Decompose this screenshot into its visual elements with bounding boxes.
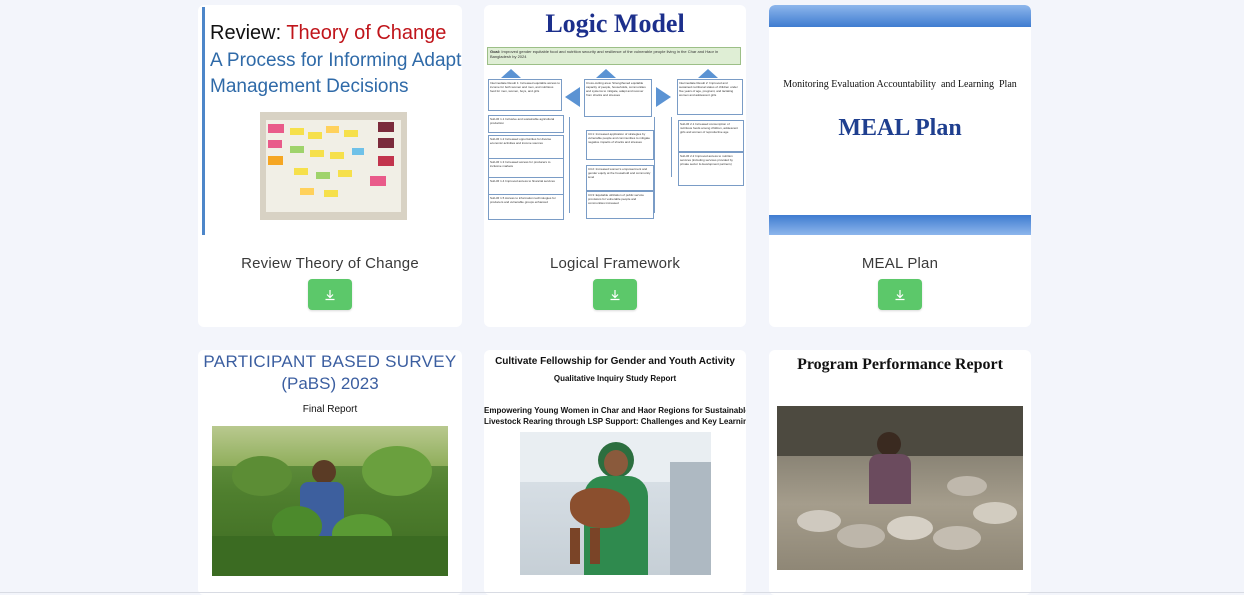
- thumbnail-subtitle-line: A Process for Informing Adaptive: [210, 50, 462, 71]
- farmer-field-photo: [212, 426, 448, 576]
- download-button[interactable]: [308, 279, 352, 310]
- thumbnail-cultivate-fellowship[interactable]: Cultivate Fellowship for Gender and Yout…: [484, 350, 746, 590]
- thumbnail-logic-model[interactable]: Logic Model Goal: Improved gender equita…: [484, 5, 746, 237]
- workshop-board-photo: [260, 112, 407, 220]
- thumbnail-heading: Cultivate Fellowship for Gender and Yout…: [495, 356, 735, 367]
- thumbnail-body: Empowering Young Women in Char and Haor …: [484, 406, 746, 415]
- connector-line: [569, 117, 570, 213]
- page-divider: [0, 592, 1244, 593]
- download-button[interactable]: [878, 279, 922, 310]
- logic-box: CC2: Increased women's empowerment and g…: [586, 165, 654, 191]
- download-icon: [610, 289, 620, 300]
- logic-box: Sub-IR 2.1 Increased consumption of nutr…: [678, 120, 744, 152]
- thumbnail-heading: (PaBS) 2023: [281, 374, 379, 393]
- thumbnail-subheading: Qualitative Inquiry Study Report: [553, 374, 677, 383]
- arrow-up-icon: [501, 69, 521, 78]
- logic-box: Sub-IR 2.2 Improved access to nutrition …: [678, 152, 744, 186]
- document-card-theory-of-change: Review: Theory of Change A Process for I…: [198, 5, 462, 327]
- thumbnail-meal-plan[interactable]: Monitoring Evaluation Accountability and…: [769, 5, 1031, 237]
- thumbnail-top-band: [769, 5, 1031, 27]
- thumbnail-subtitle: Final Report: [302, 404, 358, 415]
- thumbnail-accent-bar: [202, 7, 205, 235]
- goal-box: Goal: Improved gender equitable food and…: [487, 47, 741, 65]
- document-card-program-performance-report: Program Performance Report: [769, 350, 1031, 595]
- arrow-up-icon: [596, 69, 616, 78]
- connector-line: [671, 117, 672, 177]
- thumbnail-heading: Program Performance Report: [797, 356, 1003, 373]
- card-title: Review Theory of Change: [241, 255, 419, 272]
- logic-box: Sub-IR 1.1 Inclusive and sustainable agr…: [488, 115, 564, 133]
- thumbnail-pabs[interactable]: PARTICIPANT BASED SURVEY (PaBS) 2023 Fin…: [198, 350, 462, 590]
- logic-box: CC3: Equitable utilization of public ser…: [586, 191, 654, 219]
- logic-box: Sub-IR 1.3 Increased access for producer…: [488, 158, 564, 178]
- thumbnail-body: Livestock Rearing through LSP Support: C…: [484, 417, 746, 426]
- card-title: MEAL Plan: [861, 255, 939, 272]
- document-card-cultivate-fellowship: Cultivate Fellowship for Gender and Yout…: [484, 350, 746, 595]
- download-icon: [325, 289, 335, 300]
- thumbnail-program-performance-report[interactable]: Program Performance Report: [769, 350, 1031, 590]
- thumbnail-theory-of-change[interactable]: Review: Theory of Change A Process for I…: [198, 5, 462, 237]
- arrow-right-icon: [656, 87, 671, 107]
- arrow-up-icon: [698, 69, 718, 78]
- card-title: Logical Framework: [549, 255, 681, 272]
- woman-with-goat-photo: [520, 432, 711, 575]
- document-card-logical-framework: Logic Model Goal: Improved gender equita…: [484, 5, 746, 327]
- thumbnail-heading: Logic Model: [545, 9, 685, 38]
- connector-line: [654, 117, 655, 213]
- thumbnail-subtitle-line: Management Decisions: [210, 76, 409, 97]
- logic-box: Cross-cutting area: Strengthened equitab…: [584, 79, 652, 117]
- thumbnail-heading: PARTICIPANT BASED SURVEY: [203, 352, 457, 371]
- logic-box: Intermediate Result 1: Increased equitab…: [488, 79, 562, 111]
- logic-box: Sub-IR 1.4 Improved access to financial …: [488, 177, 564, 195]
- download-button[interactable]: [593, 279, 637, 310]
- logic-box: Sub-IR 1.5 Access to information technol…: [488, 194, 564, 220]
- woman-feeding-geese-photo: [777, 406, 1023, 570]
- logic-box: Intermediate Result 2: Improved and sust…: [677, 79, 743, 115]
- thumbnail-heading: MEAL Plan: [838, 115, 962, 141]
- thumbnail-bottom-band: [769, 215, 1031, 235]
- thumbnail-subtitle: Monitoring Evaluation Accountability and…: [783, 79, 1017, 90]
- document-card-meal-plan: Monitoring Evaluation Accountability and…: [769, 5, 1031, 327]
- logic-box: CC1: Increased application of strategies…: [586, 130, 654, 160]
- arrow-left-icon: [565, 87, 580, 107]
- thumbnail-heading: Review: Theory of Change: [210, 22, 447, 44]
- download-icon: [895, 289, 905, 300]
- logic-box: Sub-IR 1.2 Increased opportunities for d…: [488, 135, 564, 159]
- document-card-pabs-2023: PARTICIPANT BASED SURVEY (PaBS) 2023 Fin…: [198, 350, 462, 595]
